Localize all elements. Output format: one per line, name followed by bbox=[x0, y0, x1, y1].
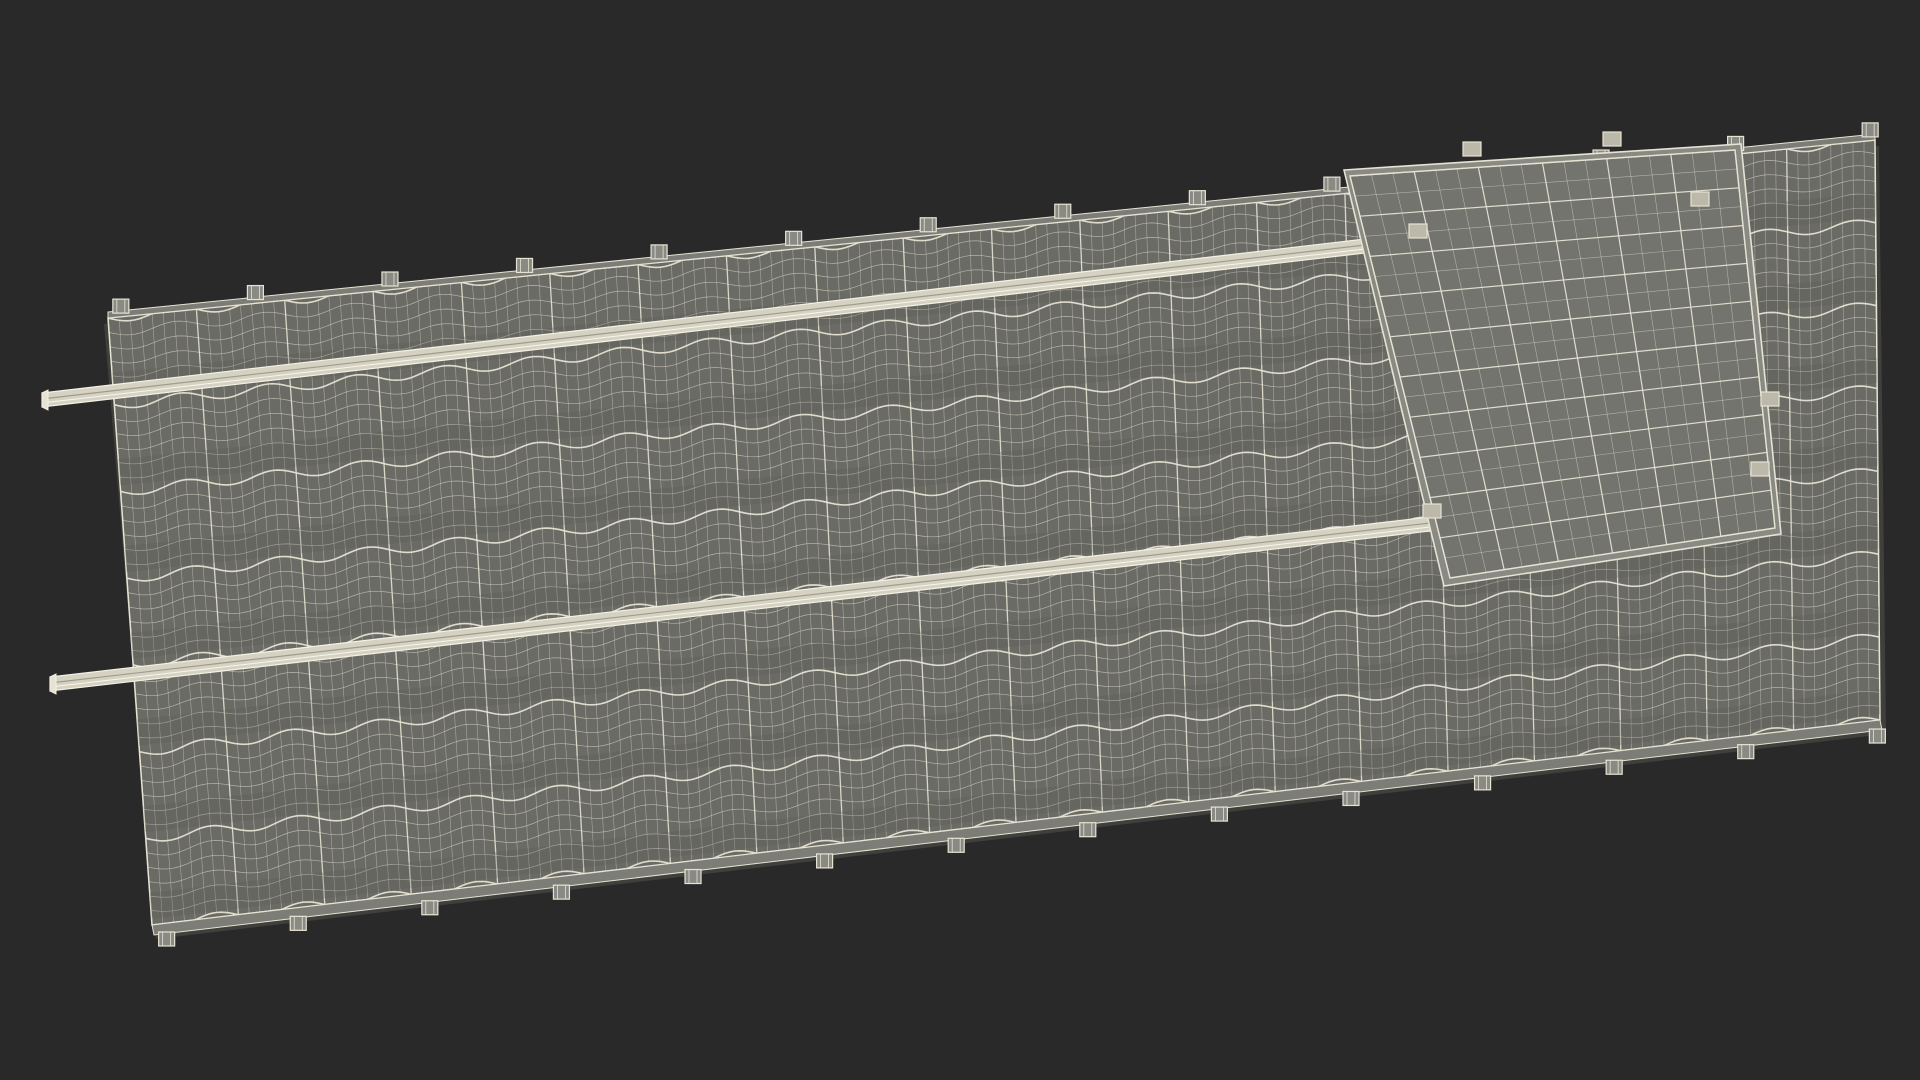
roof-hook bbox=[947, 837, 965, 853]
panel-clamp bbox=[1760, 391, 1780, 407]
panel-clamp bbox=[1408, 223, 1428, 239]
roof-hook bbox=[1737, 744, 1755, 760]
roof-hook bbox=[1342, 790, 1360, 807]
roof-hook bbox=[515, 257, 534, 274]
render-viewport bbox=[0, 0, 1920, 1080]
roof-hook bbox=[1323, 176, 1341, 192]
roof-hook bbox=[1210, 806, 1228, 822]
wireframe-scene bbox=[41, 122, 1886, 947]
roof-hook bbox=[1868, 728, 1886, 744]
roof-hook bbox=[785, 230, 803, 246]
panel-clamp bbox=[1602, 131, 1622, 147]
roof-hook bbox=[552, 884, 571, 900]
roof-hook bbox=[289, 915, 307, 931]
roof-hook bbox=[684, 868, 702, 885]
panel-clamp bbox=[1462, 141, 1482, 157]
roof-hook bbox=[421, 900, 439, 916]
panel-clamp bbox=[1422, 503, 1442, 519]
rail-end-cap bbox=[41, 389, 49, 411]
panel-clamp bbox=[1690, 191, 1710, 207]
roof-hook bbox=[919, 217, 937, 233]
roof-hook bbox=[1054, 203, 1072, 219]
roof-hook bbox=[650, 244, 668, 260]
roof-hook bbox=[816, 853, 834, 869]
roof-hook bbox=[1605, 759, 1623, 775]
panel-clamp bbox=[1750, 461, 1770, 477]
rail-end-cap bbox=[49, 673, 57, 695]
roof-hook bbox=[112, 298, 130, 314]
roof-hook bbox=[1079, 822, 1097, 838]
roof-hook bbox=[1473, 775, 1492, 791]
roof-hook bbox=[246, 284, 264, 301]
roof-hook bbox=[1188, 190, 1206, 206]
roof-hook bbox=[158, 931, 176, 947]
roof-hook bbox=[381, 271, 399, 287]
roof-hook bbox=[1861, 122, 1879, 138]
